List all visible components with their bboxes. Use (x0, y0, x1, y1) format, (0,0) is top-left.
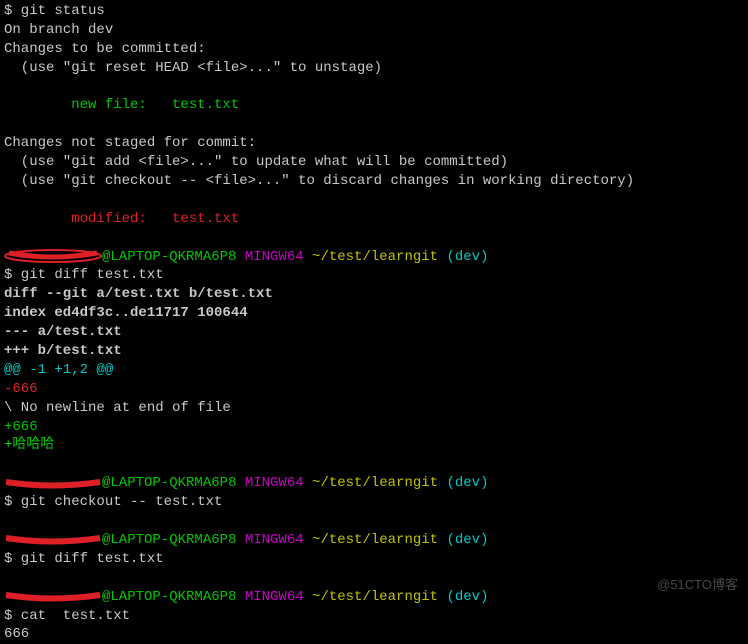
prompt-path: ~/test/learngit (304, 532, 438, 548)
cmd-cat: $ cat test.txt (4, 607, 744, 626)
prompt-branch: (dev) (438, 475, 488, 491)
redacted-user-icon (4, 533, 102, 545)
status-to-commit: Changes to be committed: (4, 40, 744, 59)
prompt-shell: MINGW64 (236, 475, 303, 491)
cat-output: 666 (4, 625, 744, 644)
blank-line (4, 191, 744, 210)
redacted-user-icon (4, 477, 102, 489)
prompt-line: @LAPTOP-QKRMA6P8 MINGW64 ~/test/learngit… (4, 588, 744, 607)
cmd-git-checkout: $ git checkout -- test.txt (4, 493, 744, 512)
prompt-branch: (dev) (438, 589, 488, 605)
status-branch: On branch dev (4, 21, 744, 40)
prompt-branch: (dev) (438, 249, 488, 265)
blank-line (4, 115, 744, 134)
prompt-host: @LAPTOP-QKRMA6P8 (102, 475, 236, 491)
status-new-file: new file: test.txt (4, 96, 744, 115)
cmd-git-status: $ git status (4, 2, 744, 21)
status-add-hint: (use "git add <file>..." to update what … (4, 153, 744, 172)
status-modified: modified: test.txt (4, 210, 744, 229)
cmd-git-diff2: $ git diff test.txt (4, 550, 744, 569)
diff-minus-file: --- a/test.txt (4, 323, 744, 342)
prompt-line: @LAPTOP-QKRMA6P8 MINGW64 ~/test/learngit… (4, 531, 744, 550)
diff-del: -666 (4, 380, 744, 399)
prompt-line: @LAPTOP-QKRMA6P8 MINGW64 ~/test/learngit… (4, 474, 744, 493)
diff-add2: +哈哈哈 (4, 436, 744, 455)
blank-line (4, 569, 744, 588)
diff-header: diff --git a/test.txt b/test.txt (4, 285, 744, 304)
prompt-line: @LAPTOP-QKRMA6P8 MINGW64 ~/test/learngit… (4, 248, 744, 267)
watermark: @51CTO博客 (657, 576, 738, 594)
redacted-user-icon (4, 590, 102, 602)
prompt-branch: (dev) (438, 532, 488, 548)
terminal-output[interactable]: $ git status On branch dev Changes to be… (4, 2, 744, 644)
blank-line (4, 229, 744, 248)
blank-line (4, 512, 744, 531)
blank-line (4, 455, 744, 474)
status-not-staged: Changes not staged for commit: (4, 134, 744, 153)
diff-add1: +666 (4, 418, 744, 437)
diff-plus-file: +++ b/test.txt (4, 342, 744, 361)
cmd-git-diff: $ git diff test.txt (4, 266, 744, 285)
diff-hunk: @@ -1 +1,2 @@ (4, 361, 744, 380)
diff-nonewline: \ No newline at end of file (4, 399, 744, 418)
prompt-shell: MINGW64 (236, 532, 303, 548)
status-checkout-hint: (use "git checkout -- <file>..." to disc… (4, 172, 744, 191)
prompt-shell: MINGW64 (236, 249, 303, 265)
prompt-host: @LAPTOP-QKRMA6P8 (102, 532, 236, 548)
prompt-path: ~/test/learngit (304, 475, 438, 491)
prompt-host: @LAPTOP-QKRMA6P8 (102, 589, 236, 605)
status-unstage-hint: (use "git reset HEAD <file>..." to unsta… (4, 59, 744, 78)
blank-line (4, 78, 744, 97)
redacted-user-icon (4, 249, 102, 263)
prompt-shell: MINGW64 (236, 589, 303, 605)
prompt-path: ~/test/learngit (304, 589, 438, 605)
diff-index: index ed4df3c..de11717 100644 (4, 304, 744, 323)
prompt-path: ~/test/learngit (304, 249, 438, 265)
prompt-host: @LAPTOP-QKRMA6P8 (102, 249, 236, 265)
